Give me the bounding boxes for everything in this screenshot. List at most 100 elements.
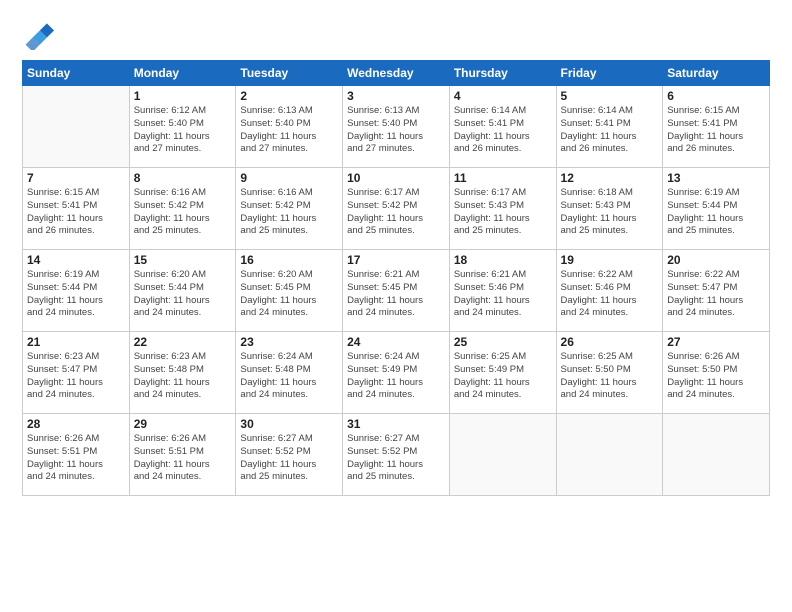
cell-info: Sunrise: 6:14 AM Sunset: 5:41 PM Dayligh…	[454, 105, 552, 156]
cell-info: Sunrise: 6:14 AM Sunset: 5:41 PM Dayligh…	[561, 105, 659, 156]
day-number: 7	[27, 171, 125, 185]
day-number: 18	[454, 253, 552, 267]
day-number: 6	[667, 89, 765, 103]
day-number: 14	[27, 253, 125, 267]
day-number: 10	[347, 171, 445, 185]
cell-info: Sunrise: 6:26 AM Sunset: 5:51 PM Dayligh…	[27, 433, 125, 484]
calendar-cell: 17Sunrise: 6:21 AM Sunset: 5:45 PM Dayli…	[343, 250, 450, 332]
day-number: 22	[134, 335, 232, 349]
weekday-thursday: Thursday	[449, 61, 556, 86]
cell-info: Sunrise: 6:25 AM Sunset: 5:49 PM Dayligh…	[454, 351, 552, 402]
cell-info: Sunrise: 6:16 AM Sunset: 5:42 PM Dayligh…	[240, 187, 338, 238]
calendar-cell: 13Sunrise: 6:19 AM Sunset: 5:44 PM Dayli…	[663, 168, 770, 250]
calendar-cell: 18 Sunrise: 6:21 AM Sunset: 5:46 PM Dayli…	[449, 250, 556, 332]
day-number: 11	[454, 171, 552, 185]
cell-info: Sunrise: 6:21 AM Sunset: 5:46 PM Dayligh…	[454, 269, 552, 320]
day-number: 20	[667, 253, 765, 267]
calendar-cell: 14 Sunrise: 6:19 AM Sunset: 5:44 PM Dayli…	[23, 250, 130, 332]
cell-info: Sunrise: 6:13 AM Sunset: 5:40 PM Dayligh…	[240, 105, 338, 156]
day-number: 16	[240, 253, 338, 267]
calendar-cell: 1 Sunrise: 6:12 AM Sunset: 5:40 PM Daylig…	[129, 86, 236, 168]
calendar-cell: 22 Sunrise: 6:23 AM Sunset: 5:48 PM Dayli…	[129, 332, 236, 414]
page: SundayMondayTuesdayWednesdayThursdayFrid…	[0, 0, 792, 612]
cell-info: Sunrise: 6:15 AM Sunset: 5:41 PM Dayligh…	[667, 105, 765, 156]
cell-info: Sunrise: 6:22 AM Sunset: 5:46 PM Dayligh…	[561, 269, 659, 320]
calendar-cell: 31 Sunrise: 6:27 AM Sunset: 5:52 PM Dayli…	[343, 414, 450, 496]
calendar-cell: 20 Sunrise: 6:22 AM Sunset: 5:47 PM Dayli…	[663, 250, 770, 332]
calendar-cell: 16 Sunrise: 6:20 AM Sunset: 5:45 PM Dayli…	[236, 250, 343, 332]
day-number: 28	[27, 417, 125, 431]
day-number: 8	[134, 171, 232, 185]
weekday-wednesday: Wednesday	[343, 61, 450, 86]
day-number: 26	[561, 335, 659, 349]
cell-info: Sunrise: 6:22 AM Sunset: 5:47 PM Dayligh…	[667, 269, 765, 320]
calendar-cell: 8 Sunrise: 6:16 AM Sunset: 5:42 PM Daylig…	[129, 168, 236, 250]
day-number: 4	[454, 89, 552, 103]
cell-info: Sunrise: 6:19 AM Sunset: 5:44 PM Dayligh…	[667, 187, 765, 238]
weekday-friday: Friday	[556, 61, 663, 86]
calendar-cell: 2 Sunrise: 6:13 AM Sunset: 5:40 PM Daylig…	[236, 86, 343, 168]
cell-info: Sunrise: 6:26 AM Sunset: 5:51 PM Dayligh…	[134, 433, 232, 484]
day-number: 19	[561, 253, 659, 267]
calendar-cell: 19 Sunrise: 6:22 AM Sunset: 5:46 PM Dayli…	[556, 250, 663, 332]
day-number: 23	[240, 335, 338, 349]
day-number: 31	[347, 417, 445, 431]
calendar-cell: 25 Sunrise: 6:25 AM Sunset: 5:49 PM Dayli…	[449, 332, 556, 414]
cell-info: Sunrise: 6:19 AM Sunset: 5:44 PM Dayligh…	[27, 269, 125, 320]
calendar-cell: 29 Sunrise: 6:26 AM Sunset: 5:51 PM Dayli…	[129, 414, 236, 496]
cell-info: Sunrise: 6:26 AM Sunset: 5:50 PM Dayligh…	[667, 351, 765, 402]
calendar-cell: 15 Sunrise: 6:20 AM Sunset: 5:44 PM Dayli…	[129, 250, 236, 332]
header	[22, 18, 770, 50]
weekday-sunday: Sunday	[23, 61, 130, 86]
calendar-cell: 27 Sunrise: 6:26 AM Sunset: 5:50 PM Dayli…	[663, 332, 770, 414]
day-number: 30	[240, 417, 338, 431]
day-number: 2	[240, 89, 338, 103]
weekday-saturday: Saturday	[663, 61, 770, 86]
calendar-cell: 12 Sunrise: 6:18 AM Sunset: 5:43 PM Dayli…	[556, 168, 663, 250]
cell-info: Sunrise: 6:25 AM Sunset: 5:50 PM Dayligh…	[561, 351, 659, 402]
calendar-table: SundayMondayTuesdayWednesdayThursdayFrid…	[22, 60, 770, 496]
cell-info: Sunrise: 6:17 AM Sunset: 5:43 PM Dayligh…	[454, 187, 552, 238]
calendar-week-3: 14 Sunrise: 6:19 AM Sunset: 5:44 PM Dayli…	[23, 250, 770, 332]
logo-icon	[22, 18, 54, 50]
day-number: 15	[134, 253, 232, 267]
calendar-cell: 23 Sunrise: 6:24 AM Sunset: 5:48 PM Dayli…	[236, 332, 343, 414]
weekday-monday: Monday	[129, 61, 236, 86]
day-number: 25	[454, 335, 552, 349]
day-number: 12	[561, 171, 659, 185]
day-number: 21	[27, 335, 125, 349]
calendar-cell: 10Sunrise: 6:17 AM Sunset: 5:42 PM Dayli…	[343, 168, 450, 250]
day-number: 3	[347, 89, 445, 103]
logo	[22, 18, 60, 50]
weekday-header-row: SundayMondayTuesdayWednesdayThursdayFrid…	[23, 61, 770, 86]
day-number: 29	[134, 417, 232, 431]
cell-info: Sunrise: 6:16 AM Sunset: 5:42 PM Dayligh…	[134, 187, 232, 238]
weekday-tuesday: Tuesday	[236, 61, 343, 86]
cell-info: Sunrise: 6:27 AM Sunset: 5:52 PM Dayligh…	[347, 433, 445, 484]
calendar-cell	[449, 414, 556, 496]
cell-info: Sunrise: 6:21 AM Sunset: 5:45 PM Dayligh…	[347, 269, 445, 320]
calendar-cell: 7Sunrise: 6:15 AM Sunset: 5:41 PM Daylig…	[23, 168, 130, 250]
cell-info: Sunrise: 6:23 AM Sunset: 5:48 PM Dayligh…	[134, 351, 232, 402]
cell-info: Sunrise: 6:20 AM Sunset: 5:44 PM Dayligh…	[134, 269, 232, 320]
calendar-cell: 9Sunrise: 6:16 AM Sunset: 5:42 PM Daylig…	[236, 168, 343, 250]
calendar-cell	[23, 86, 130, 168]
cell-info: Sunrise: 6:12 AM Sunset: 5:40 PM Dayligh…	[134, 105, 232, 156]
day-number: 5	[561, 89, 659, 103]
cell-info: Sunrise: 6:13 AM Sunset: 5:40 PM Dayligh…	[347, 105, 445, 156]
calendar-cell: 26 Sunrise: 6:25 AM Sunset: 5:50 PM Dayli…	[556, 332, 663, 414]
calendar-cell: 4 Sunrise: 6:14 AM Sunset: 5:41 PM Daylig…	[449, 86, 556, 168]
cell-info: Sunrise: 6:27 AM Sunset: 5:52 PM Dayligh…	[240, 433, 338, 484]
calendar-cell: 11 Sunrise: 6:17 AM Sunset: 5:43 PM Dayli…	[449, 168, 556, 250]
day-number: 1	[134, 89, 232, 103]
cell-info: Sunrise: 6:24 AM Sunset: 5:49 PM Dayligh…	[347, 351, 445, 402]
cell-info: Sunrise: 6:24 AM Sunset: 5:48 PM Dayligh…	[240, 351, 338, 402]
calendar-cell: 21 Sunrise: 6:23 AM Sunset: 5:47 PM Dayli…	[23, 332, 130, 414]
calendar-cell	[556, 414, 663, 496]
cell-info: Sunrise: 6:18 AM Sunset: 5:43 PM Dayligh…	[561, 187, 659, 238]
calendar-cell: 5 Sunrise: 6:14 AM Sunset: 5:41 PM Daylig…	[556, 86, 663, 168]
cell-info: Sunrise: 6:23 AM Sunset: 5:47 PM Dayligh…	[27, 351, 125, 402]
day-number: 24	[347, 335, 445, 349]
cell-info: Sunrise: 6:20 AM Sunset: 5:45 PM Dayligh…	[240, 269, 338, 320]
day-number: 27	[667, 335, 765, 349]
